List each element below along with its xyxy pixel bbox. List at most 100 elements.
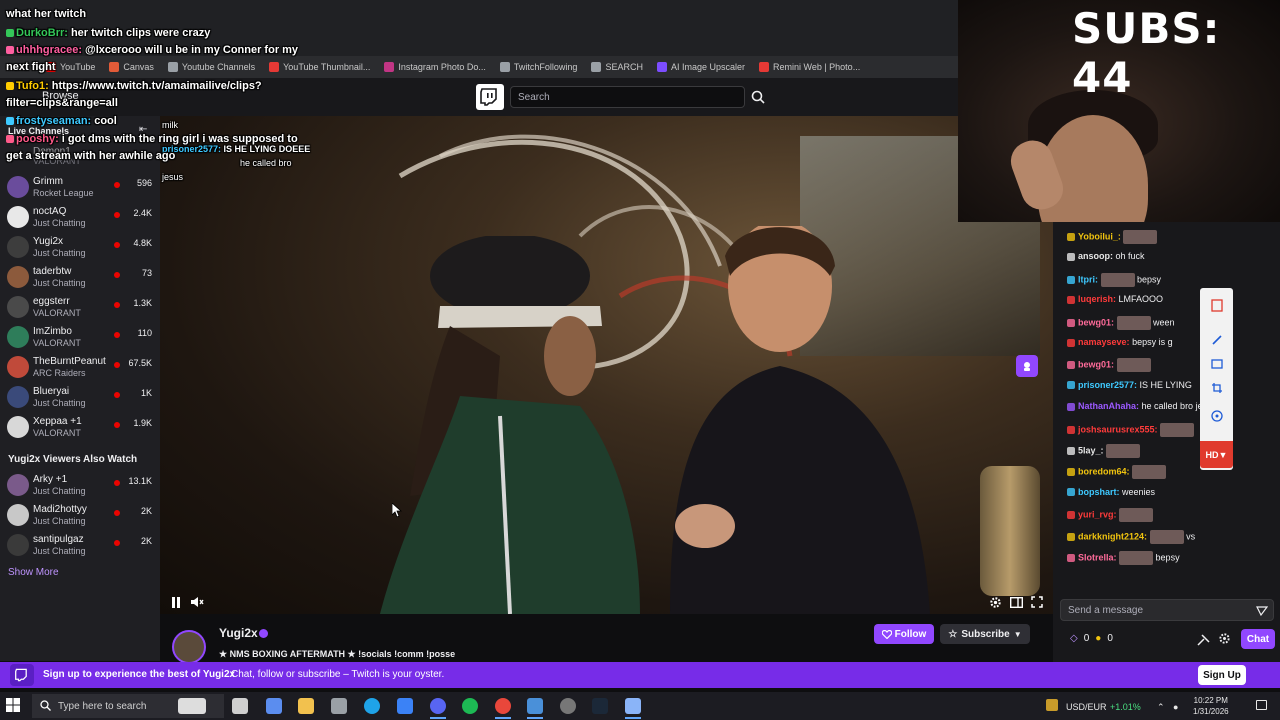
chat-username[interactable]: yuri_rvg: <box>1078 510 1117 520</box>
crop-icon[interactable] <box>1209 380 1224 395</box>
channel-name: taderbtw <box>33 266 72 277</box>
sidebar-channel[interactable]: TheBurntPeanut ARC Raiders 67.5K <box>0 353 160 383</box>
app-blue-icon[interactable] <box>397 698 413 714</box>
chat-username[interactable]: ansoop: <box>1078 251 1113 261</box>
viewer-count: 2K <box>140 536 152 546</box>
search-input[interactable]: Search <box>510 86 745 108</box>
sidebar-channel[interactable]: Xeppaa +1 VALORANT 1.9K <box>0 413 160 443</box>
sidebar-channel[interactable]: santipulgaz Just Chatting 2K <box>0 531 160 561</box>
file-explorer-icon[interactable] <box>298 698 314 714</box>
vscode-icon[interactable] <box>625 698 641 714</box>
twitch-logo-icon[interactable] <box>476 84 504 110</box>
task-view-icon[interactable] <box>232 698 248 714</box>
sidebar-channel[interactable]: eggsterr VALORANT 1.3K <box>0 293 160 323</box>
bookmark-item[interactable]: Canvas <box>109 62 154 72</box>
chat-username[interactable]: NathanAhaha: <box>1078 401 1139 411</box>
chat-username[interactable]: boredom64: <box>1078 467 1130 477</box>
overlay-chat-message: next fight <box>6 61 56 73</box>
chat-username[interactable]: Yoboilui_: <box>1078 231 1121 241</box>
windows-start-icon[interactable] <box>6 698 22 714</box>
stock-widget-icon[interactable] <box>1046 699 1058 711</box>
tray-chevron-icon[interactable]: ⌃ <box>1157 702 1165 713</box>
sidebar-channel[interactable]: Grimm Rocket League 596 <box>0 173 160 203</box>
chat-emote <box>1116 358 1151 373</box>
edge-icon[interactable] <box>364 698 380 714</box>
hd-quality-button[interactable]: HD▼ <box>1200 441 1233 468</box>
chat-badge-icon <box>1067 554 1075 562</box>
notifications-icon[interactable] <box>1256 700 1267 710</box>
chat-username[interactable]: luqerish: <box>1078 294 1116 304</box>
bookmark-item[interactable]: Youtube Channels <box>167 62 255 72</box>
bookmark-item[interactable]: TwitchFollowing <box>499 62 577 72</box>
chat-badge-icon <box>1067 511 1075 520</box>
rectangle-icon[interactable] <box>1209 356 1224 371</box>
streamer-name[interactable]: Yugi2x <box>219 626 258 640</box>
system-clock[interactable]: 10:22 PM 1/31/2026 <box>1193 695 1229 717</box>
channel-game: Just Chatting <box>33 516 86 526</box>
chat-emote <box>1119 551 1154 565</box>
show-more-link[interactable]: Show More <box>8 567 59 578</box>
subscribe-button[interactable]: ☆ Subscribe ▼ <box>940 624 1030 644</box>
chat-message-input[interactable]: Send a message <box>1060 599 1274 621</box>
video-player[interactable]: milk prisoner2577: IS HE LYING DOEEE he … <box>160 116 1053 614</box>
target-icon[interactable] <box>1209 408 1224 423</box>
taskbar-search-placeholder: Type here to search <box>58 700 147 712</box>
chat-message: joshsaurusrex555: <box>1067 422 1195 437</box>
sidebar-channel[interactable]: ImZimbo VALORANT 110 <box>0 323 160 353</box>
pen-icon[interactable] <box>1209 332 1224 347</box>
chat-send-button[interactable]: Chat <box>1241 629 1275 649</box>
fullscreen-icon[interactable] <box>1029 594 1045 610</box>
microphone-icon[interactable]: ● <box>1173 702 1178 712</box>
settings-gear-icon[interactable] <box>987 594 1003 610</box>
overlay-chat-line: filter=clips&range=all <box>6 97 118 109</box>
bookmark-item[interactable]: Instagram Photo Do... <box>384 62 486 72</box>
theatre-mode-icon[interactable] <box>1008 594 1024 610</box>
chat-username[interactable]: darkknight2124: <box>1078 531 1147 541</box>
zebra-widget-icon[interactable] <box>178 698 206 714</box>
bookmark-item[interactable]: Remini Web | Photo... <box>758 62 860 72</box>
sidebar-channel[interactable]: Blueryai Just Chatting 1K <box>0 383 160 413</box>
new-page-icon[interactable] <box>1209 298 1224 313</box>
steam-icon[interactable] <box>592 698 608 714</box>
sidebar-channel[interactable]: Arky +1 Just Chatting 13.1K <box>0 471 160 501</box>
chrome-icon[interactable] <box>495 698 511 714</box>
signup-button[interactable]: Sign Up <box>1198 665 1246 685</box>
chat-username[interactable]: bopshart: <box>1078 487 1120 497</box>
chat-username[interactable]: joshsaurusrex555: <box>1078 424 1158 434</box>
bookmark-label: YouTube Thumbnail... <box>283 62 371 72</box>
bookmark-item[interactable]: AI Image Upscaler <box>656 62 745 72</box>
mute-icon[interactable] <box>189 594 205 610</box>
emote-picker-icon[interactable] <box>1256 604 1269 622</box>
sidebar-channel[interactable]: noctAQ Just Chatting 2.4K <box>0 203 160 233</box>
obs-icon[interactable] <box>560 698 576 714</box>
sidebar-channel[interactable]: Madi2hottyy Just Chatting 2K <box>0 501 160 531</box>
chat-message: Slotrella: bepsy <box>1067 551 1180 565</box>
browser-icon[interactable] <box>527 698 543 714</box>
bookmark-item[interactable]: YouTube Thumbnail... <box>269 62 370 72</box>
app-icon[interactable] <box>331 698 347 714</box>
chat-username[interactable]: Slotrella: <box>1078 552 1117 562</box>
channel-points-badge-icon[interactable] <box>1016 355 1038 377</box>
mod-tools-icon[interactable] <box>1197 633 1210 651</box>
discord-icon[interactable] <box>430 698 446 714</box>
sidebar-channel[interactable]: Yugi2x Just Chatting 4.8K <box>0 233 160 263</box>
chat-settings-gear-icon[interactable] <box>1218 632 1231 650</box>
chat-username[interactable]: namayseve: <box>1078 337 1130 347</box>
chat-username[interactable]: prisoner2577: <box>1078 380 1137 390</box>
chat-username[interactable]: 5lay_: <box>1078 445 1104 455</box>
chat-username[interactable]: bewg01: <box>1078 360 1114 370</box>
follow-button[interactable]: Follow <box>874 624 934 644</box>
chat-username[interactable]: bewg01: <box>1078 317 1114 327</box>
streamer-avatar[interactable] <box>172 630 206 664</box>
copilot-icon[interactable] <box>266 698 282 714</box>
bookmark-item[interactable]: SEARCH <box>591 62 643 72</box>
pause-icon[interactable] <box>168 594 184 610</box>
sidebar-channel[interactable]: taderbtw Just Chatting 73 <box>0 263 160 293</box>
spotify-icon[interactable] <box>462 698 478 714</box>
search-icon[interactable] <box>747 86 769 108</box>
live-dot-icon <box>114 272 120 278</box>
viewer-count: 67.5K <box>128 358 152 368</box>
live-dot-icon <box>114 480 120 486</box>
clock-time: 10:22 PM <box>1193 696 1228 705</box>
chat-username[interactable]: ltpri: <box>1078 274 1098 284</box>
